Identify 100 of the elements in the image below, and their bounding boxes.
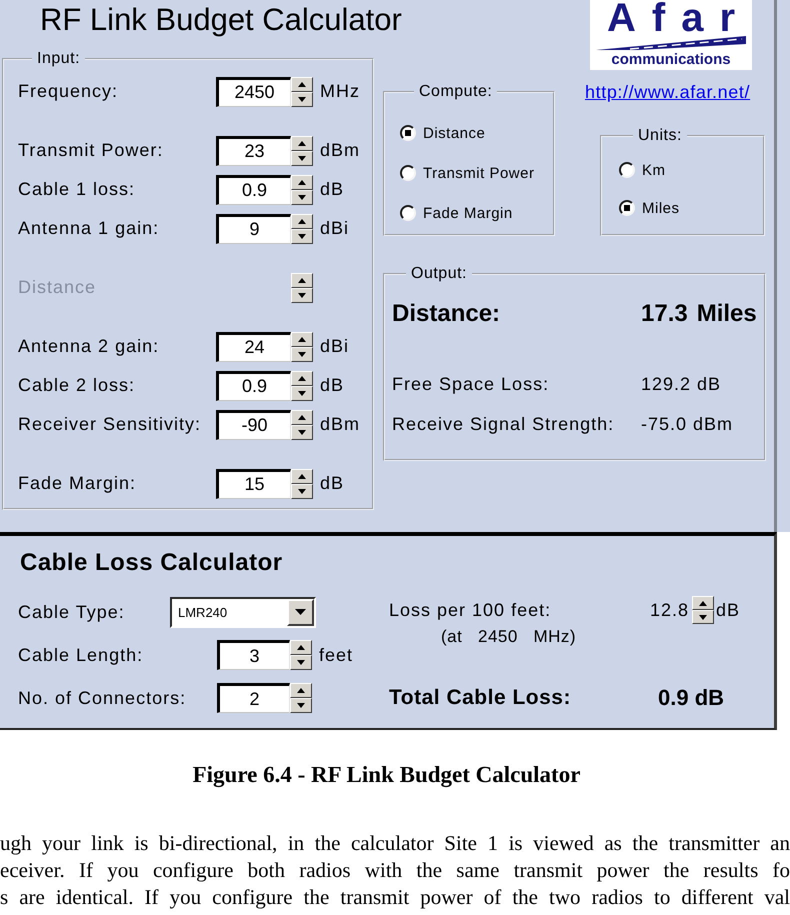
down-arrow-icon — [298, 234, 306, 238]
loss-value: 12.8 — [650, 600, 690, 620]
logo-tagline: communications — [611, 51, 731, 68]
spin-down-button[interactable] — [291, 190, 313, 204]
radio-label[interactable]: Km — [642, 162, 666, 178]
spin-up-button[interactable] — [291, 174, 313, 190]
field-label: Cable 2 loss: — [18, 375, 136, 396]
field-label: Loss per 100 feet: — [389, 600, 552, 620]
spin-down-button[interactable] — [291, 424, 313, 440]
spin-down-button[interactable] — [291, 346, 313, 362]
down-arrow-icon — [699, 614, 708, 620]
field-label: Antenna 1 gain: — [18, 218, 160, 239]
number-field[interactable]: 24 — [216, 332, 291, 362]
spin-down-button[interactable] — [291, 484, 313, 498]
panel-title: Cable Loss Calculator — [20, 549, 283, 577]
output-value: 129.2 dB — [641, 374, 722, 394]
number-field[interactable]: 9 — [216, 214, 291, 244]
down-arrow-icon — [298, 194, 306, 200]
up-arrow-icon — [298, 218, 306, 224]
cable-type-dropdown[interactable]: LMR240 — [170, 596, 316, 628]
unit-label: dB — [320, 473, 344, 494]
spin-down-button[interactable] — [291, 228, 313, 244]
down-arrow-icon — [298, 156, 306, 160]
number-field[interactable]: 2450 — [216, 76, 291, 106]
unit-label: dB — [320, 375, 344, 396]
unit-label: MHz — [320, 81, 360, 102]
spin-up-button[interactable] — [291, 468, 313, 484]
field-label: Fade Margin: — [18, 473, 136, 494]
up-arrow-icon — [298, 414, 306, 420]
output-label: Free Space Loss: — [392, 374, 550, 394]
spin-up-button[interactable] — [291, 76, 313, 92]
spin-up-button[interactable] — [291, 272, 313, 288]
output-label: Receive Signal Strength: — [392, 414, 614, 434]
spin-down-button[interactable] — [291, 288, 313, 302]
field-label: Antenna 2 gain: — [18, 336, 160, 357]
radio-label[interactable]: Fade Margin — [423, 204, 513, 222]
figure-caption: Figure 6.4 - RF Link Budget Calculator — [192, 761, 580, 789]
spin-up-button[interactable] — [291, 410, 313, 424]
up-arrow-icon — [298, 474, 306, 478]
result-value: 17.3 — [641, 300, 688, 328]
result-label: Distance: — [392, 300, 500, 328]
down-arrow-icon — [298, 352, 306, 356]
spin-up-button[interactable] — [291, 370, 313, 386]
radio-button[interactable] — [619, 200, 635, 216]
spin-up-button[interactable] — [291, 136, 313, 150]
up-arrow-icon — [297, 645, 305, 650]
website-link[interactable]: http://www.afar.net/ — [585, 82, 750, 102]
field-label: Frequency: — [18, 81, 118, 102]
radio-button[interactable] — [400, 205, 416, 221]
up-arrow-icon — [298, 278, 306, 282]
radio-label[interactable]: Distance — [423, 124, 486, 142]
app-title: RF Link Budget Calculator — [40, 1, 402, 39]
spin-up-button[interactable] — [290, 640, 312, 655]
unit-label: dB — [716, 600, 740, 620]
number-field[interactable]: 0.9 — [216, 370, 291, 400]
total-value: 0.9 dB — [658, 685, 724, 711]
field-label: Distance — [18, 277, 96, 298]
spin-down-button[interactable] — [291, 92, 313, 106]
spin-up-button[interactable] — [291, 214, 313, 228]
unit-label: dBm — [320, 414, 360, 435]
down-arrow-icon — [298, 430, 306, 434]
unit-label: dBi — [320, 218, 350, 239]
radio-label[interactable]: Transmit Power — [423, 164, 534, 182]
spin-down-button[interactable] — [291, 386, 313, 400]
spin-down-button[interactable] — [290, 698, 312, 713]
radio-label[interactable]: Miles — [642, 200, 680, 216]
spin-up-button[interactable] — [692, 596, 714, 610]
down-arrow-icon — [297, 660, 305, 665]
spin-up-button[interactable] — [290, 683, 312, 698]
spin-down-button[interactable] — [291, 150, 313, 166]
road-swoosh-icon — [596, 36, 746, 50]
radio-button[interactable] — [400, 165, 416, 181]
down-arrow-icon — [298, 96, 306, 102]
field-label: Cable Length: — [18, 644, 144, 666]
up-arrow-icon — [298, 180, 306, 184]
logo-wordmark: Afar — [606, 0, 752, 36]
group-legend: Input: — [32, 50, 86, 68]
spin-down-button[interactable] — [692, 610, 714, 624]
output-value: -75.0 dBm — [641, 414, 734, 434]
up-arrow-icon — [298, 82, 306, 86]
group-legend: Units: — [633, 127, 687, 145]
number-field[interactable]: 15 — [216, 468, 291, 498]
radio-button[interactable] — [619, 162, 635, 178]
number-field[interactable]: 3 — [217, 640, 290, 670]
unit-label: feet — [319, 644, 354, 666]
number-field[interactable]: 0.9 — [216, 174, 291, 204]
dropdown-arrow-button[interactable] — [287, 598, 314, 626]
field-label: Cable Type: — [18, 602, 125, 622]
up-arrow-icon — [298, 376, 306, 380]
number-field[interactable]: 2 — [217, 683, 290, 713]
unit-label: dBi — [320, 336, 350, 357]
result-unit: Miles — [696, 300, 757, 328]
up-arrow-icon — [699, 600, 708, 606]
group-legend: Output: — [406, 265, 472, 283]
number-field[interactable]: -90 — [216, 410, 291, 440]
down-arrow-icon — [298, 390, 306, 396]
spin-up-button[interactable] — [291, 332, 313, 346]
spin-down-button[interactable] — [290, 655, 312, 670]
radio-button[interactable] — [400, 125, 416, 141]
number-field[interactable]: 23 — [216, 136, 291, 166]
